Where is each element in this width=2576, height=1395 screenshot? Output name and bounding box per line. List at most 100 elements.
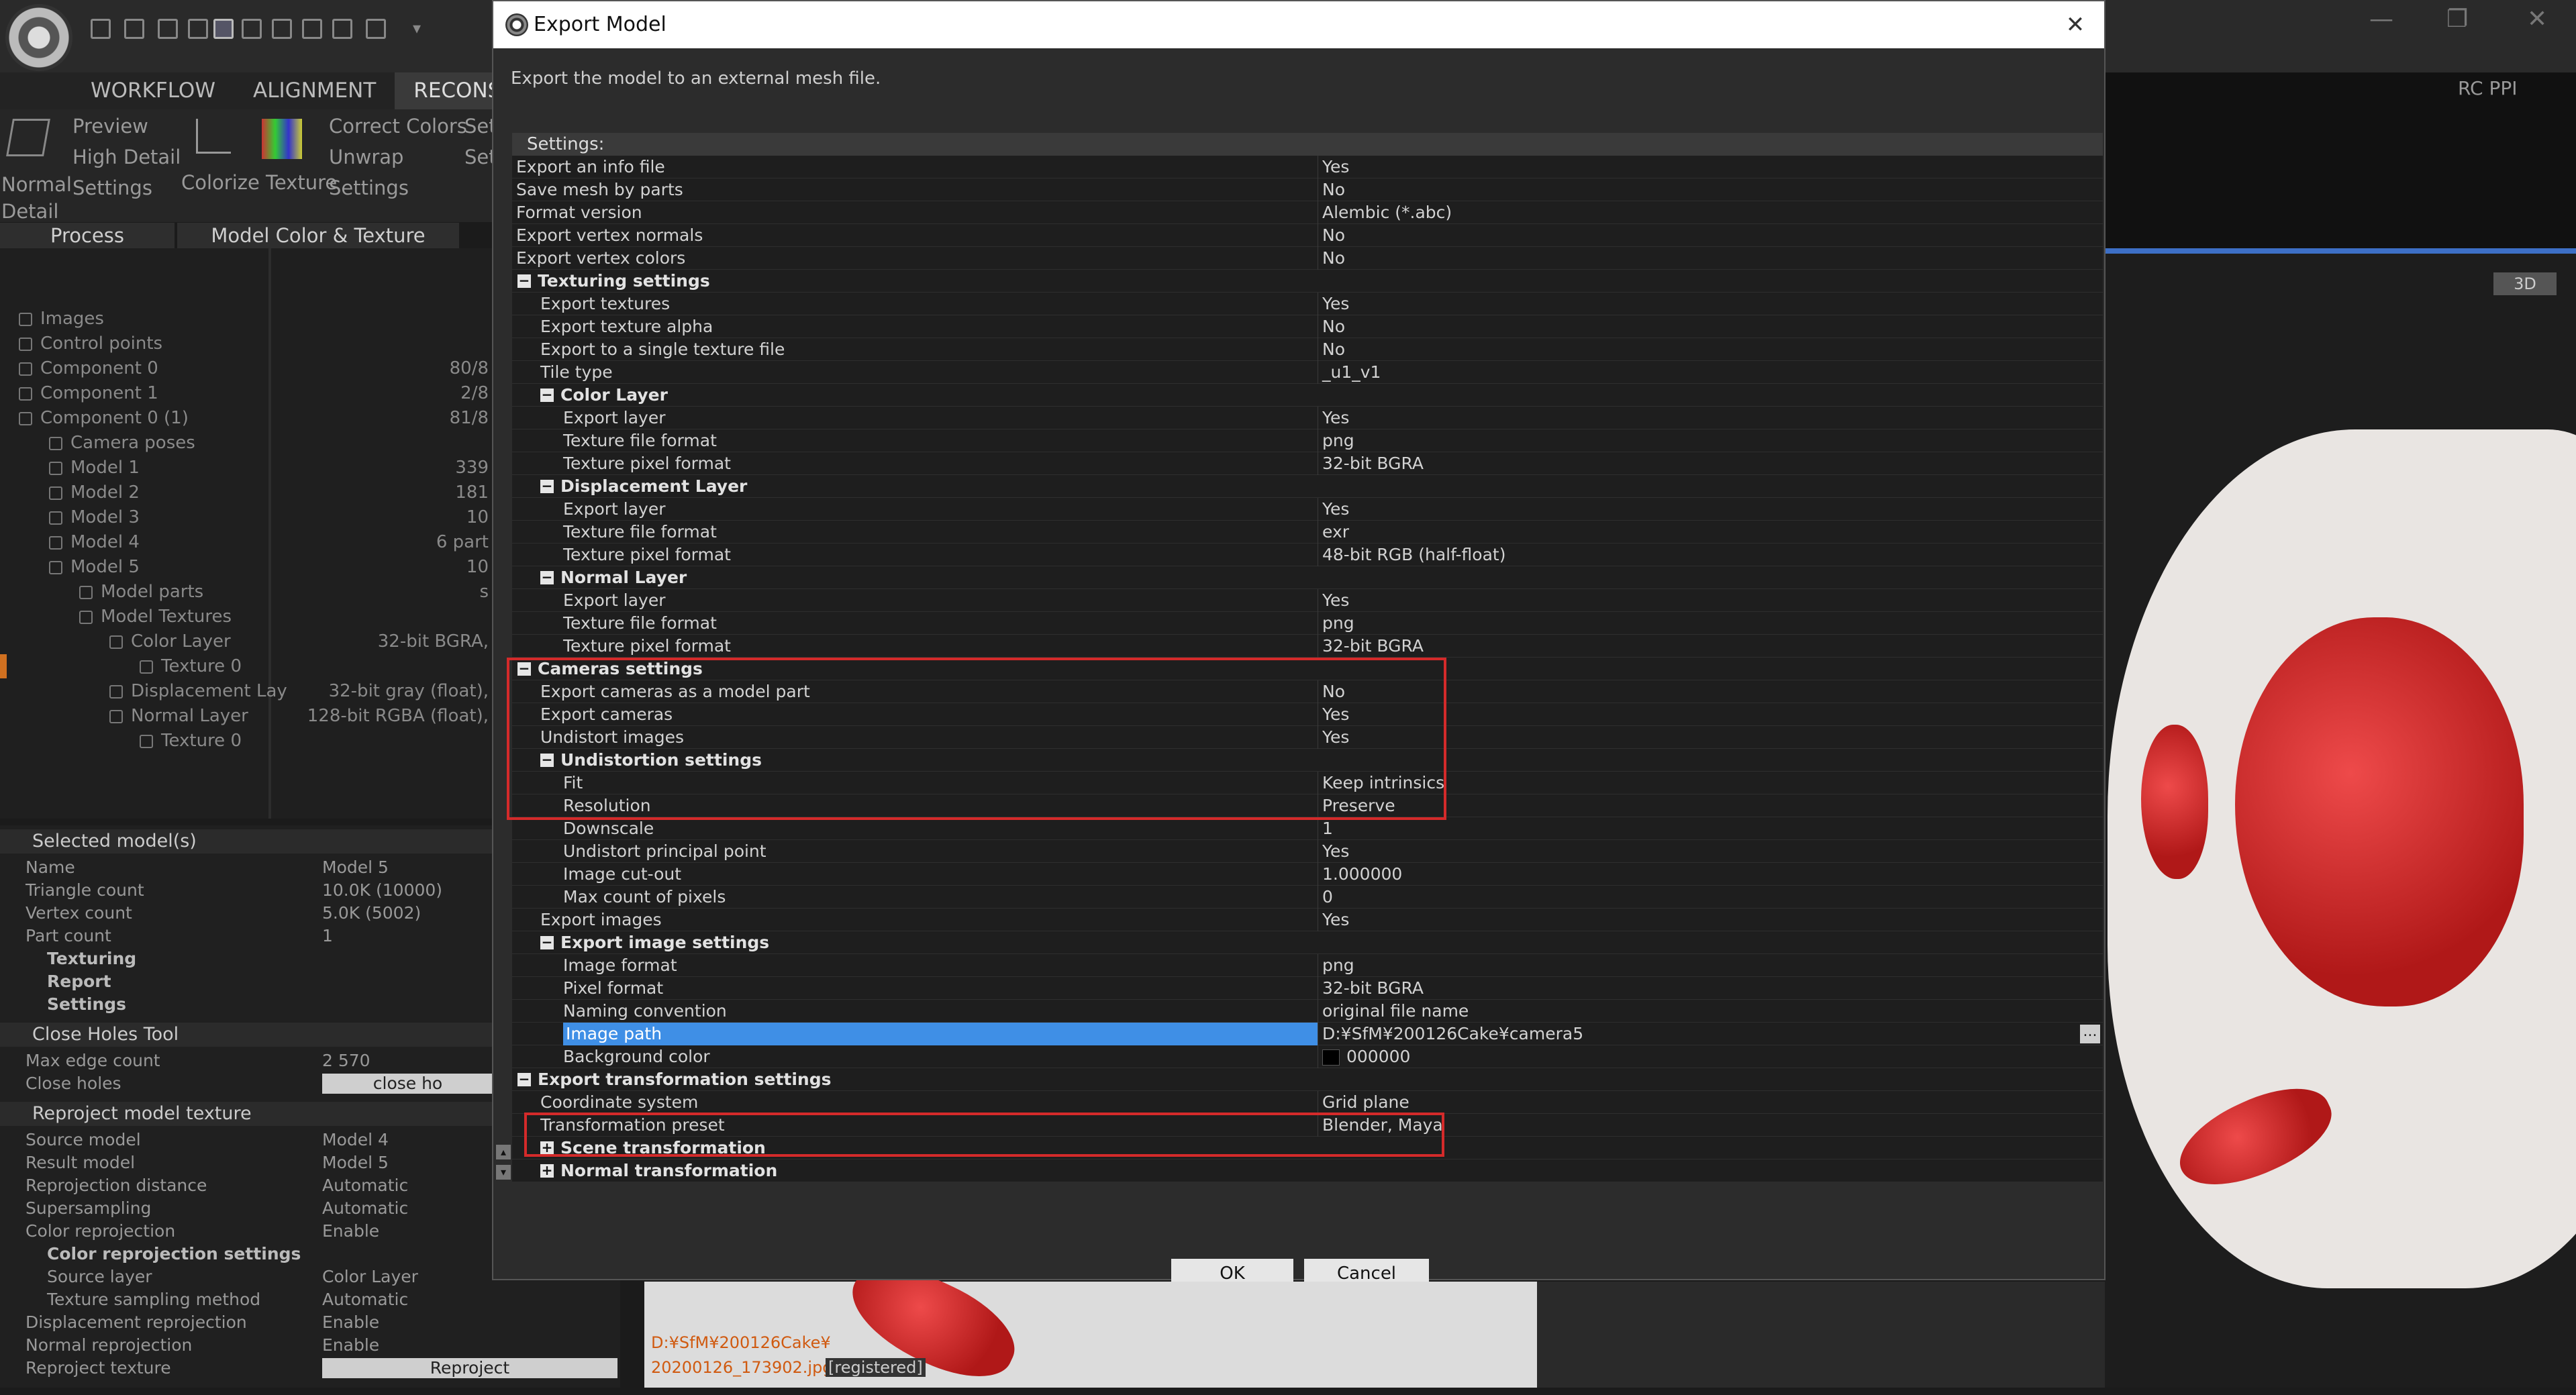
scroll-up-icon[interactable]: ▴ [496,1145,511,1159]
settings-section[interactable]: − Displacement Layer [512,475,2103,498]
tree-expander-icon[interactable] [140,735,153,748]
tree-expander-icon[interactable] [49,437,62,450]
tree-item[interactable]: Texture 0 [161,731,242,751]
setting-value[interactable]: 32-bit BGRA [1318,635,2103,658]
tree-expander-icon[interactable] [49,536,62,550]
tree-item[interactable]: Normal Layer [131,706,248,726]
preview-button[interactable]: Preview [72,115,148,138]
setting-value[interactable]: png [1318,429,2103,452]
layout-icon-5[interactable] [213,19,234,39]
collapse-icon[interactable]: − [517,1072,531,1086]
tree-item[interactable]: Model 4 [70,532,140,552]
tree-item[interactable]: Model 2 [70,482,140,503]
restore-icon[interactable]: ❐ [2446,5,2468,33]
high-detail-button[interactable]: High Detail [72,146,181,168]
settings-row[interactable]: Texture pixel format 32-bit BGRA [512,635,2103,658]
correct-colors-button[interactable]: Correct Colors [329,115,467,138]
tab-workflow[interactable]: WORKFLOW [0,72,234,109]
color-swatch[interactable] [1322,1049,1340,1066]
property-row[interactable]: Displacement reprojection Enable [0,1311,620,1334]
setting-value[interactable]: Yes [1318,156,2103,178]
settings-row[interactable]: Undistort principal point Yes [512,840,2103,863]
settings-row[interactable]: Export an info file Yes [512,156,2103,178]
settings-row[interactable]: Image format png [512,954,2103,977]
tree-expander-icon[interactable] [79,586,93,599]
settings-row[interactable]: Downscale 1 [512,817,2103,840]
settings-row[interactable]: Texture file format png [512,429,2103,452]
tree-item[interactable]: Texture 0 [161,656,242,676]
setting-value[interactable]: No [1318,247,2103,270]
collapse-icon[interactable]: − [540,479,554,493]
settings-row[interactable]: Export textures Yes [512,293,2103,315]
settings-row[interactable]: Export vertex colors No [512,247,2103,270]
cancel-button[interactable]: Cancel [1304,1259,1429,1282]
setting-value[interactable]: D:¥SfM¥200126Cake¥camera5... [1318,1023,2103,1045]
layout-icon-1[interactable] [91,19,111,39]
tree-item[interactable]: Model parts [101,582,203,602]
setting-value[interactable]: Yes [1318,840,2103,863]
settings-row[interactable]: Export to a single texture file No [512,338,2103,361]
settings-row[interactable]: Background color 000000 [512,1045,2103,1068]
unwrap-button[interactable]: Unwrap [329,146,403,168]
setting-value[interactable]: png [1318,612,2103,635]
setting-value[interactable]: original file name [1318,1000,2103,1023]
tree-expander-icon[interactable] [79,611,93,624]
setting-value[interactable]: 32-bit BGRA [1318,977,2103,1000]
reproject-button[interactable]: Reproject [322,1358,617,1378]
settings-row[interactable]: Export layer Yes [512,589,2103,612]
scroll-down-icon[interactable]: ▾ [496,1165,511,1180]
settings-section[interactable]: − Texturing settings [512,270,2103,293]
quick-access-menu-icon[interactable]: ▾ [413,19,433,39]
dialog-close-icon[interactable]: ✕ [2059,1,2092,48]
layout-icon-2[interactable] [124,19,144,39]
ok-button[interactable]: OK [1171,1259,1293,1282]
normal-detail-icon[interactable] [6,119,50,156]
settings-row[interactable]: Export texture alpha No [512,315,2103,338]
setting-value[interactable]: png [1318,954,2103,977]
colorize-icon[interactable] [196,119,231,154]
setting-value[interactable]: Yes [1318,589,2103,612]
settings-section[interactable]: − Color Layer [512,384,2103,407]
tab-alignment[interactable]: ALIGNMENT [234,72,395,109]
setting-value[interactable]: No [1318,224,2103,247]
undo-icon[interactable] [332,19,352,39]
tree-item[interactable]: Model Textures [101,607,232,627]
settings-row[interactable]: Image path D:¥SfM¥200126Cake¥camera5... [512,1023,2103,1045]
tree-expander-icon[interactable] [19,412,32,425]
setting-value[interactable]: No [1318,315,2103,338]
layout-icon-7[interactable] [272,19,292,39]
tree-item[interactable]: Model 3 [70,507,140,527]
setting-value[interactable]: 48-bit RGB (half-float) [1318,544,2103,566]
tree-item[interactable]: Model 5 [70,557,140,577]
property-row[interactable]: Normal reprojection Enable [0,1334,620,1357]
setting-value[interactable]: 0 [1318,886,2103,909]
tree-expander-icon[interactable] [49,561,62,574]
colorize-texture-button[interactable]: Colorize Texture [181,171,337,194]
tree-expander-icon[interactable] [109,635,123,649]
collapse-icon[interactable]: − [540,935,554,949]
settings-row[interactable]: Texture pixel format 32-bit BGRA [512,452,2103,475]
settings-section[interactable]: + Normal transformation [512,1159,2103,1182]
close-holes-button[interactable]: close ho [322,1074,493,1094]
setting-value[interactable]: Grid plane [1318,1091,2103,1114]
setting-value[interactable]: Yes [1318,498,2103,521]
setting-value[interactable]: exr [1318,521,2103,544]
settings-row[interactable]: Naming convention original file name [512,1000,2103,1023]
tree-item[interactable]: Displacement Lay [131,681,287,701]
setting-value[interactable]: _u1_v1 [1318,361,2103,384]
setting-value[interactable]: 1.000000 [1318,863,2103,886]
normal-detail-button[interactable]: Normal Detail [1,171,72,225]
tree-expander-icon[interactable] [109,685,123,699]
setting-value[interactable]: Yes [1318,909,2103,931]
setting-value[interactable]: 32-bit BGRA [1318,452,2103,475]
settings-row[interactable]: Format version Alembic (*.abc) [512,201,2103,224]
tree-item[interactable]: Component 0 (1) [40,408,189,428]
collapse-icon[interactable]: − [540,570,554,584]
settings-row[interactable]: Texture file format png [512,612,2103,635]
settings-row[interactable]: Image cut-out 1.000000 [512,863,2103,886]
browse-button[interactable]: ... [2080,1025,2100,1043]
setting-value[interactable]: 000000 [1318,1045,2103,1068]
layout-icon-4[interactable] [188,19,208,39]
settings-section[interactable]: − Export transformation settings [512,1068,2103,1091]
settings-row[interactable]: Texture pixel format 48-bit RGB (half-flo… [512,544,2103,566]
